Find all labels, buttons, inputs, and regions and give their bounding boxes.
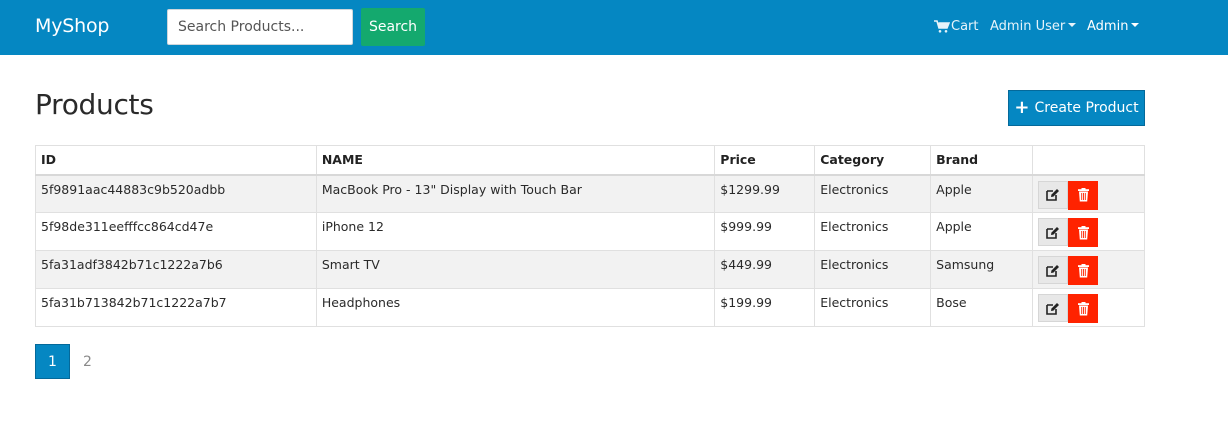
cell-actions (1032, 288, 1145, 327)
delete-button[interactable] (1068, 218, 1099, 247)
edit-button[interactable] (1038, 218, 1069, 246)
edit-icon (1046, 302, 1060, 315)
chevron-down-icon (1068, 22, 1077, 27)
create-product-button[interactable]: + Create Product (1008, 90, 1145, 126)
header-id: ID (35, 145, 317, 176)
header-brand: Brand (930, 145, 1034, 176)
cell-brand: Bose (930, 288, 1034, 327)
search-input[interactable] (167, 9, 353, 45)
table-row: 5fa31b713842b71c1222a7b7 Headphones $199… (35, 288, 1145, 327)
nav-cart-label: Cart (951, 19, 979, 34)
delete-button[interactable] (1068, 256, 1099, 285)
nav-admin-label: Admin (1087, 19, 1129, 34)
trash-icon (1077, 188, 1089, 202)
cell-brand: Apple (930, 212, 1034, 251)
table-row: 5fa31adf3842b71c1222a7b6 Smart TV $449.9… (35, 250, 1145, 289)
edit-icon (1046, 226, 1060, 239)
cell-id: 5fa31b713842b71c1222a7b7 (35, 288, 317, 327)
edit-icon (1046, 189, 1060, 201)
trash-icon (1077, 301, 1089, 315)
header-category: Category (814, 145, 932, 176)
edit-button[interactable] (1038, 256, 1069, 284)
cell-name: iPhone 12 (315, 212, 716, 251)
cell-brand: Apple (930, 174, 1034, 213)
search-button[interactable]: Search (361, 8, 425, 46)
edit-icon (1046, 264, 1060, 277)
create-product-label: Create Product (1034, 100, 1139, 116)
page-link-2[interactable]: 2 (70, 344, 105, 379)
cell-category: Electronics (814, 212, 932, 251)
cell-category: Electronics (814, 250, 932, 289)
header-price: Price (714, 145, 816, 176)
navbar: MyShop Search Cart Admin User Admin (0, 0, 1228, 55)
cell-price: $1299.99 (714, 174, 816, 213)
pagination: 1 2 (35, 344, 105, 379)
cell-actions (1032, 212, 1145, 251)
trash-icon (1077, 225, 1089, 239)
nav-cart-link[interactable]: Cart (934, 19, 979, 34)
cell-name: Smart TV (315, 250, 716, 289)
chevron-down-icon (1131, 22, 1140, 27)
nav-admin-user-label: Admin User (990, 19, 1066, 34)
page-title: Products (35, 88, 154, 121)
cell-actions (1032, 250, 1145, 289)
plus-icon: + (1014, 97, 1030, 118)
cell-category: Electronics (814, 174, 932, 213)
page-link-1[interactable]: 1 (35, 344, 70, 379)
table-header-row: ID NAME Price Category Brand (35, 145, 1145, 176)
cell-id: 5fa31adf3842b71c1222a7b6 (35, 250, 317, 289)
cell-name: MacBook Pro - 13" Display with Touch Bar (315, 174, 716, 213)
shopping-cart-icon (934, 20, 950, 33)
cell-name: Headphones (315, 288, 716, 327)
cell-price: $199.99 (714, 288, 816, 327)
edit-button[interactable] (1038, 180, 1069, 209)
header-name: NAME (315, 145, 716, 176)
cell-id: 5f98de311eefffcc864cd47e (35, 212, 317, 251)
cell-price: $449.99 (714, 250, 816, 289)
cell-id: 5f9891aac44883c9b520adbb (35, 174, 317, 213)
nav-admin-dropdown[interactable]: Admin (1087, 19, 1140, 34)
table-row: 5f9891aac44883c9b520adbb MacBook Pro - 1… (35, 174, 1145, 213)
brand-logo[interactable]: MyShop (35, 15, 109, 37)
products-table: ID NAME Price Category Brand 5f9891aac44… (35, 145, 1145, 327)
cell-price: $999.99 (714, 212, 816, 251)
cell-category: Electronics (814, 288, 932, 327)
cell-brand: Samsung (930, 250, 1034, 289)
trash-icon (1077, 263, 1089, 277)
cell-actions (1032, 174, 1145, 213)
header-actions (1032, 145, 1145, 176)
table-row: 5f98de311eefffcc864cd47e iPhone 12 $999.… (35, 212, 1145, 251)
edit-button[interactable] (1038, 294, 1069, 322)
delete-button[interactable] (1068, 180, 1099, 210)
delete-button[interactable] (1068, 294, 1099, 323)
nav-admin-user-dropdown[interactable]: Admin User (990, 19, 1077, 34)
